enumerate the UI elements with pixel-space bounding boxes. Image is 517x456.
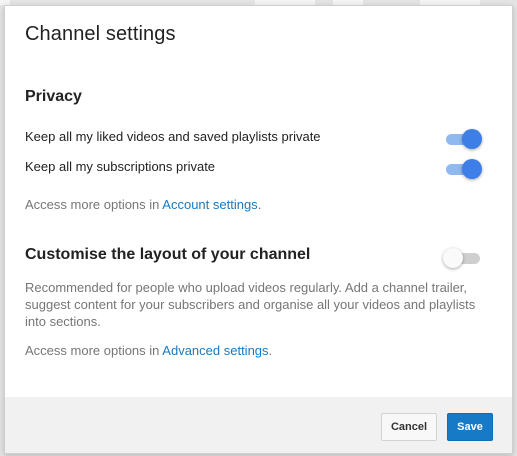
subscriptions-private-label: Keep all my subscriptions private [25,159,216,174]
privacy-heading: Privacy [25,88,82,105]
toggle-thumb[interactable] [443,248,463,268]
note-suffix: . [257,197,262,212]
toggle-thumb[interactable] [462,159,482,179]
note-prefix: Access more options in [25,343,163,358]
save-button[interactable]: Save [447,413,493,441]
subscriptions-private-toggle[interactable] [443,158,483,180]
dialog-footer: Cancel Save [5,397,512,453]
customise-layout-toggle[interactable] [443,247,483,269]
account-settings-link[interactable]: Account settings [162,197,257,212]
note-suffix: . [268,343,273,358]
dialog-title: Channel settings [25,23,176,45]
cancel-button[interactable]: Cancel [381,413,437,441]
advanced-settings-link[interactable]: Advanced settings [162,343,268,358]
liked-videos-private-label: Keep all my liked videos and saved playl… [25,129,321,144]
customise-layout-heading: Customise the layout of your channel [25,246,311,263]
liked-videos-private-toggle[interactable] [443,128,483,150]
advanced-settings-note: Access more options in Advanced settings… [25,343,272,358]
account-settings-note: Access more options in Account settings. [25,197,261,212]
customise-layout-description: Recommended for people who upload videos… [25,280,476,329]
toggle-thumb[interactable] [462,129,482,149]
channel-settings-dialog: Channel settings Privacy Keep all my lik… [4,5,513,454]
note-prefix: Access more options in [25,197,163,212]
